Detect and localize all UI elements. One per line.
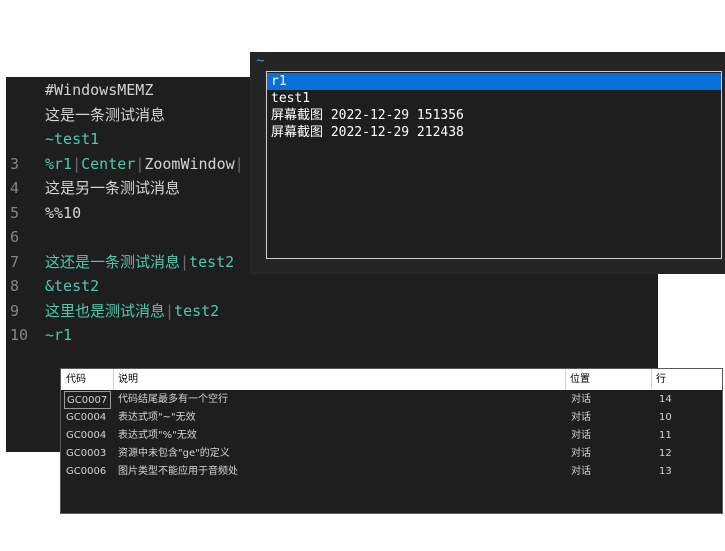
code-token: |	[234, 154, 244, 173]
popup-input-text[interactable]: ~	[256, 52, 264, 70]
code-token: 这里也是测试消息	[45, 301, 166, 320]
code-token: |	[135, 154, 145, 173]
line-code: 这还是一条测试消息|test2	[45, 250, 234, 274]
code-token: |	[165, 301, 175, 320]
code-token: 这还是一条测试消息	[45, 252, 181, 271]
error-cell-location: 对话	[571, 412, 591, 423]
column-header-location[interactable]: 位置	[565, 369, 651, 390]
error-cell-desc: 资源中未包含"ge"的定义	[118, 448, 230, 459]
error-cell-desc: 表达式项"%"无效	[118, 430, 197, 441]
editor-line[interactable]: 8 &test2	[6, 274, 658, 298]
error-cell-location: 对话	[571, 394, 591, 405]
line-number: 3	[10, 154, 20, 173]
error-cell-desc: 代码结尾最多有一个空行	[118, 394, 228, 405]
error-cell-line: 10	[659, 412, 672, 423]
error-row[interactable]: GC0003 资源中未包含"ge"的定义 对话 12	[61, 445, 722, 463]
code-token: test2	[189, 252, 235, 271]
autocomplete-option[interactable]: r1	[267, 73, 721, 90]
line-number: 10	[10, 326, 29, 344]
code-token: |	[72, 154, 82, 173]
line-code: ~r1	[45, 323, 72, 347]
line-number: 6	[10, 228, 20, 246]
error-list-header: 代码 说明 位置 行	[61, 369, 722, 390]
code-token: Center	[81, 154, 136, 173]
error-cell-line: 11	[659, 430, 672, 441]
line-code: 这里也是测试消息|test2	[45, 299, 219, 323]
error-cell-code: GC0007	[64, 391, 111, 409]
error-cell-location: 对话	[571, 430, 591, 441]
line-code: ~test1	[45, 127, 99, 151]
error-cell-line: 14	[659, 394, 672, 405]
error-row[interactable]: GC0004 表达式项"~"无效 对话 10	[61, 409, 722, 427]
column-header-code[interactable]: 代码	[61, 369, 113, 390]
autocomplete-option[interactable]: 屏幕截图 2022-12-29 151356	[267, 107, 721, 124]
column-header-line[interactable]: 行	[651, 369, 722, 390]
error-cell-code: GC0006	[66, 466, 107, 477]
line-number: 7	[10, 252, 20, 271]
code-token: test2	[174, 301, 220, 320]
line-code: #WindowsMEMZ	[45, 78, 153, 102]
line-code: 这是另一条测试消息	[45, 176, 180, 200]
line-number: 4	[10, 179, 20, 197]
code-token: |	[180, 252, 190, 271]
line-code: %r1|Center|ZoomWindow|	[45, 152, 244, 176]
code-token: ~r1	[45, 326, 73, 344]
code-token: %%10	[45, 203, 82, 222]
code-token: #WindowsMEMZ	[45, 81, 154, 99]
line-code: %%10	[45, 201, 81, 225]
error-cell-location: 对话	[571, 466, 591, 477]
error-row[interactable]: GC0004 表达式项"%"无效 对话 11	[61, 427, 722, 445]
error-row[interactable]: GC0007 代码结尾最多有一个空行 对话 14	[61, 391, 722, 409]
error-cell-line: 12	[659, 448, 672, 459]
line-number: 9	[10, 301, 20, 320]
error-cell-location: 对话	[571, 448, 591, 459]
error-cell-line: 13	[659, 466, 672, 477]
code-token: 这是另一条测试消息	[45, 179, 181, 197]
line-code: 这是一条测试消息	[45, 103, 165, 127]
code-token: ~test1	[45, 130, 100, 148]
autocomplete-option[interactable]: test1	[267, 90, 721, 107]
error-cell-code: GC0004	[66, 430, 107, 441]
error-row[interactable]: GC0006 图片类型不能应用于音频处 对话 13	[61, 463, 722, 481]
code-token: ZoomWindow	[144, 154, 235, 173]
line-number: 8	[10, 277, 20, 295]
column-header-description[interactable]: 说明	[113, 369, 565, 390]
autocomplete-list[interactable]: r1 test1 屏幕截图 2022-12-29 151356 屏幕截图 2022-1…	[266, 71, 722, 259]
error-cell-desc: 表达式项"~"无效	[118, 412, 196, 423]
error-cell-code: GC0004	[66, 412, 107, 423]
editor-line[interactable]: 9 这里也是测试消息|test2	[6, 299, 658, 323]
autocomplete-option[interactable]: 屏幕截图 2022-12-29 212438	[267, 124, 721, 141]
line-code: &test2	[45, 274, 99, 298]
code-token: &test2	[45, 277, 100, 295]
code-token: %r1	[45, 154, 73, 173]
error-cell-code: GC0003	[66, 448, 107, 459]
error-cell-desc: 图片类型不能应用于音频处	[118, 466, 238, 477]
editor-line[interactable]: 10 ~r1	[6, 323, 658, 347]
code-token: 这是一条测试消息	[45, 105, 166, 124]
error-list-panel: 代码 说明 位置 行 GC0007 代码结尾最多有一个空行 对话 14 GC0004 表达…	[60, 368, 723, 514]
line-number: 5	[10, 203, 20, 222]
